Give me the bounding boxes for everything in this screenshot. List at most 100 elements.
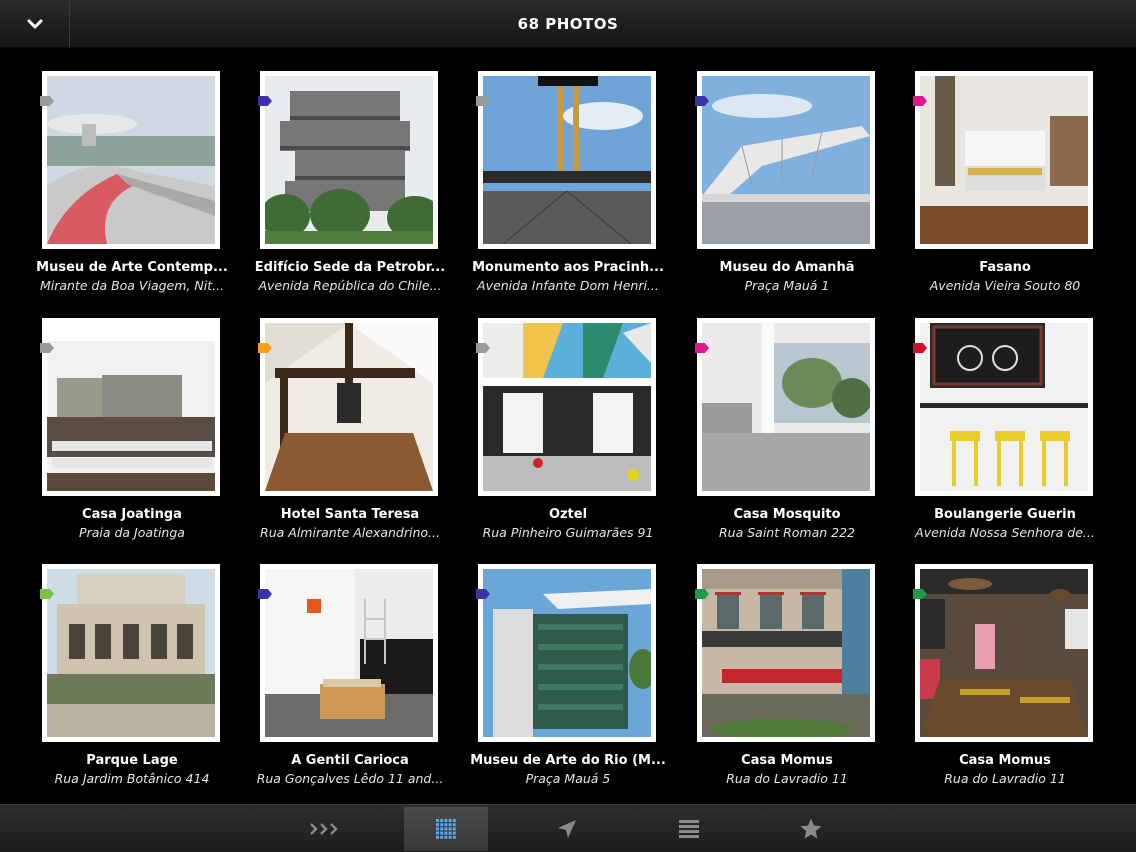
top-bar: 68 PHOTOS bbox=[0, 0, 1136, 48]
photo-thumbnail[interactable] bbox=[915, 318, 1093, 496]
photo-restaurant bbox=[920, 569, 1088, 737]
photo-petrobras bbox=[265, 76, 433, 244]
photo-thumbnail[interactable] bbox=[697, 71, 875, 249]
photo-address: Rua Saint Roman 222 bbox=[718, 525, 856, 540]
photo-thumbnail[interactable] bbox=[915, 71, 1093, 249]
tab-map[interactable] bbox=[525, 807, 609, 851]
photo-card[interactable]: Casa Joatinga Praia da Joatinga bbox=[22, 318, 222, 550]
location-arrow-icon bbox=[558, 820, 576, 838]
photo-thumbnail[interactable] bbox=[478, 564, 656, 742]
photo-thumbnail[interactable] bbox=[697, 564, 875, 742]
photo-card[interactable]: Museu do Amanhã Praça Mauá 1 bbox=[677, 71, 877, 303]
photo-card[interactable]: Casa Momus Rua do Lavradio 11 bbox=[895, 564, 1095, 796]
photo-image bbox=[702, 323, 870, 491]
photo-address: Rua Almirante Alexandrino... bbox=[260, 525, 440, 540]
photo-monument bbox=[483, 76, 651, 244]
photo-title: Museu do Amanhã bbox=[719, 260, 855, 275]
chevrons-right-icon bbox=[310, 823, 338, 835]
photo-thumbnail[interactable] bbox=[260, 318, 438, 496]
photo-image bbox=[483, 76, 651, 244]
photo-card[interactable]: A Gentil Carioca Rua Gonçalves Lêdo 11 an… bbox=[240, 564, 443, 796]
photo-title: Casa Joatinga bbox=[82, 507, 182, 522]
photo-card[interactable]: Museu de Arte do Rio (M... Praça Mauá 5 bbox=[458, 564, 666, 796]
photo-address: Mirante da Boa Viagem, Nit... bbox=[39, 278, 225, 293]
photo-image bbox=[265, 323, 433, 491]
photo-address: Rua Jardim Botânico 414 bbox=[54, 771, 210, 786]
photo-image bbox=[483, 569, 651, 737]
photo-bakery bbox=[920, 323, 1088, 491]
photo-image bbox=[920, 323, 1088, 491]
photo-image bbox=[483, 323, 651, 491]
photo-address: Avenida Vieira Souto 80 bbox=[929, 278, 1081, 293]
photo-image bbox=[265, 76, 433, 244]
photo-amanha bbox=[702, 76, 870, 244]
photo-image bbox=[702, 76, 870, 244]
star-icon bbox=[800, 818, 822, 839]
photo-thumbnail[interactable] bbox=[478, 318, 656, 496]
tab-grid[interactable] bbox=[404, 807, 488, 851]
photo-title: Museu de Arte Contemp... bbox=[36, 260, 228, 275]
photo-title: Fasano bbox=[979, 260, 1031, 275]
photo-card[interactable]: Fasano Avenida Vieira Souto 80 bbox=[895, 71, 1095, 303]
photo-thumbnail[interactable] bbox=[260, 71, 438, 249]
photo-thumbnail[interactable] bbox=[915, 564, 1093, 742]
photo-facade bbox=[702, 569, 870, 737]
photo-modern-house bbox=[47, 323, 215, 491]
photo-gallery bbox=[265, 569, 433, 737]
photo-image bbox=[920, 569, 1088, 737]
tab-explore[interactable] bbox=[283, 807, 367, 851]
photo-title: Monumento aos Pracinh... bbox=[472, 260, 664, 275]
photo-card[interactable]: Hotel Santa Teresa Rua Almirante Alexandr… bbox=[240, 318, 440, 550]
photo-thumbnail[interactable] bbox=[697, 318, 875, 496]
photo-thumbnail[interactable] bbox=[260, 564, 438, 742]
tab-favorites[interactable] bbox=[769, 807, 853, 851]
photo-address: Avenida Infante Dom Henri... bbox=[477, 278, 659, 293]
photo-terrace bbox=[702, 323, 870, 491]
photo-title: Casa Momus bbox=[741, 753, 833, 768]
photo-title: Casa Mosquito bbox=[733, 507, 841, 522]
page-title: 68 PHOTOS bbox=[517, 15, 619, 33]
photo-title: Boulangerie Guerin bbox=[934, 507, 1076, 522]
photo-card[interactable]: Parque Lage Rua Jardim Botânico 414 bbox=[22, 564, 222, 796]
photo-museum-ufo bbox=[47, 76, 215, 244]
photo-image bbox=[47, 323, 215, 491]
photo-title: Edifício Sede da Petrobr... bbox=[254, 260, 446, 275]
photo-address: Avenida Nossa Senhora de... bbox=[915, 525, 1095, 540]
photo-palace bbox=[47, 569, 215, 737]
photo-image bbox=[47, 569, 215, 737]
photo-mar bbox=[483, 569, 651, 737]
photo-title: Casa Momus bbox=[959, 753, 1051, 768]
photo-thumbnail[interactable] bbox=[42, 564, 220, 742]
photo-address: Praça Mauá 1 bbox=[744, 278, 830, 293]
photo-card[interactable]: Casa Mosquito Rua Saint Roman 222 bbox=[677, 318, 877, 550]
photo-card[interactable]: Boulangerie Guerin Avenida Nossa Senhora … bbox=[895, 318, 1095, 550]
tab-list[interactable] bbox=[647, 807, 731, 851]
list-icon bbox=[679, 820, 699, 838]
photo-oztel bbox=[483, 323, 651, 491]
photo-thumbnail[interactable] bbox=[478, 71, 656, 249]
photo-title: A Gentil Carioca bbox=[291, 753, 409, 768]
photo-image bbox=[265, 569, 433, 737]
photo-address: Rua do Lavradio 11 bbox=[944, 771, 1066, 786]
photo-address: Rua Gonçalves Lêdo 11 and... bbox=[256, 771, 444, 786]
photo-address: Rua do Lavradio 11 bbox=[726, 771, 848, 786]
photo-card[interactable]: Oztel Rua Pinheiro Guimarães 91 bbox=[458, 318, 658, 550]
photo-address: Praia da Joatinga bbox=[79, 525, 185, 540]
photo-card[interactable]: Museu de Arte Contemp... Mirante da Boa V… bbox=[22, 71, 228, 303]
photo-attic bbox=[265, 323, 433, 491]
photo-image bbox=[702, 569, 870, 737]
photo-hotel-room bbox=[920, 76, 1088, 244]
photo-thumbnail[interactable] bbox=[42, 71, 220, 249]
photo-title: Hotel Santa Teresa bbox=[280, 507, 420, 522]
photo-title: Parque Lage bbox=[86, 753, 178, 768]
photo-thumbnail[interactable] bbox=[42, 318, 220, 496]
photo-card[interactable]: Edifício Sede da Petrobr... Avenida Repúb… bbox=[240, 71, 445, 303]
photo-card[interactable]: Casa Momus Rua do Lavradio 11 bbox=[677, 564, 877, 796]
photo-title: Museu de Arte do Rio (M... bbox=[470, 753, 666, 768]
photo-grid: Museu de Arte Contemp... Mirante da Boa V… bbox=[0, 48, 1136, 804]
photo-address: Rua Pinheiro Guimarães 91 bbox=[482, 525, 654, 540]
photo-address: Avenida República do Chile... bbox=[258, 278, 442, 293]
photo-image bbox=[47, 76, 215, 244]
photo-title: Oztel bbox=[548, 507, 588, 522]
photo-card[interactable]: Monumento aos Pracinh... Avenida Infante … bbox=[458, 71, 664, 303]
